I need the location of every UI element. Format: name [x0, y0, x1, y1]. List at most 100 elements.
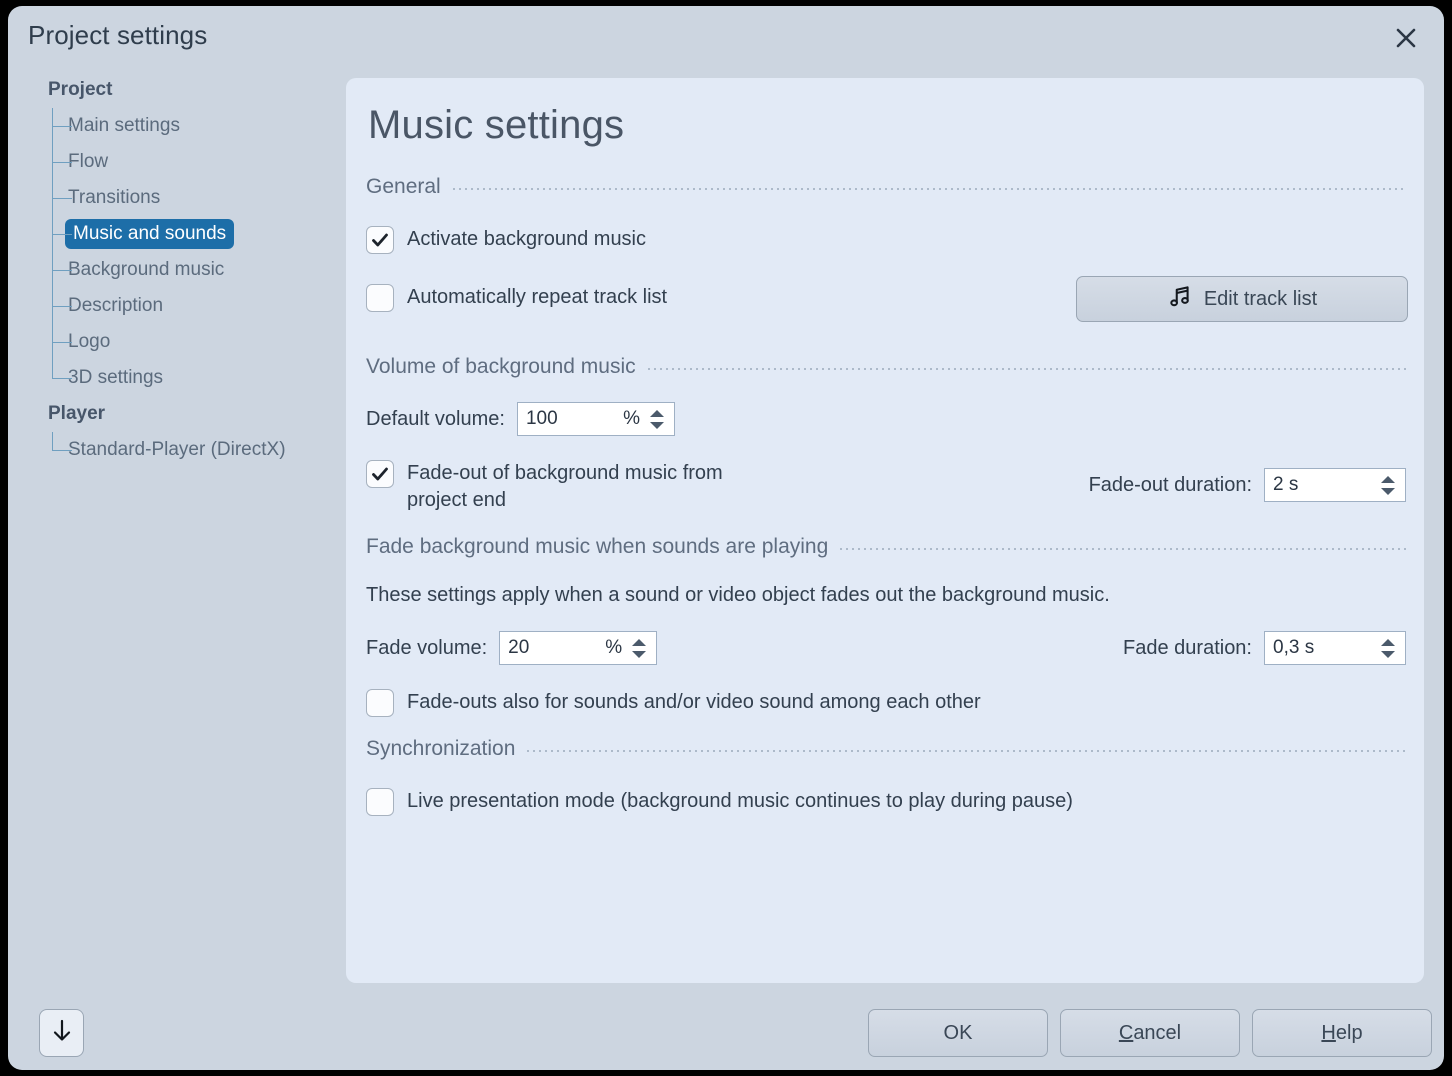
settings-sidebar: Project Main settings Flow Transitions M… — [8, 72, 338, 982]
sidebar-item-label: 3D settings — [68, 363, 163, 393]
music-settings-panel: Music settings General Activate backgrou… — [346, 78, 1424, 983]
fade-volume-stepper[interactable] — [628, 632, 656, 664]
chevron-down-icon[interactable] — [1381, 488, 1395, 495]
sidebar-item-label: Logo — [68, 327, 110, 357]
sidebar-item-logo[interactable]: Logo — [8, 324, 338, 360]
chevron-up-icon[interactable] — [632, 639, 646, 646]
close-icon[interactable] — [1386, 18, 1426, 58]
dialog-titlebar: Project settings — [8, 6, 1444, 68]
tree-arm — [52, 126, 72, 127]
fade-out-duration-value[interactable]: 2 s — [1265, 469, 1298, 501]
fade-duration-value[interactable]: 0,3 s — [1265, 632, 1314, 664]
sidebar-item-label: Flow — [68, 147, 108, 177]
section-synchronization: Synchronization Live presentation mode (… — [366, 736, 1406, 816]
section-fade-when-sounds: Fade background music when sounds are pl… — [366, 534, 1406, 717]
project-settings-dialog: Project settings Project Main settings F… — [8, 6, 1444, 1070]
help-button-label: Help — [1321, 1022, 1362, 1045]
live-presentation-mode-checkbox[interactable] — [366, 788, 394, 816]
fade-out-project-end-label: Fade-out of background music from projec… — [407, 460, 723, 514]
cancel-accel-char: C — [1119, 1022, 1133, 1044]
default-volume-value[interactable]: 100 — [518, 403, 558, 435]
tree-arm — [52, 450, 72, 451]
repeat-track-list-checkbox[interactable] — [366, 284, 394, 312]
fade-when-sounds-description: These settings apply when a sound or vid… — [366, 582, 1406, 609]
help-button[interactable]: Help — [1252, 1009, 1432, 1057]
fade-out-duration-group: Fade-out duration: 2 s — [1089, 460, 1406, 502]
sidebar-item-label: Description — [68, 291, 163, 321]
ok-button[interactable]: OK — [868, 1009, 1048, 1057]
section-header-volume: Volume of background music — [366, 354, 1406, 380]
fade-out-duration-stepper[interactable] — [1377, 469, 1405, 501]
sidebar-item-description[interactable]: Description — [8, 288, 338, 324]
sidebar-item-label: Transitions — [68, 183, 160, 213]
repeat-track-list-label: Automatically repeat track list — [407, 284, 667, 311]
fade-out-project-end-checkbox[interactable] — [366, 460, 394, 488]
section-title: General — [366, 175, 441, 199]
cancel-button[interactable]: Cancel — [1060, 1009, 1240, 1057]
edit-track-list-label: Edit track list — [1204, 288, 1317, 311]
sidebar-item-music-and-sounds[interactable]: Music and sounds — [8, 216, 338, 252]
section-title: Synchronization — [366, 737, 515, 761]
chevron-down-icon[interactable] — [1381, 651, 1395, 658]
expand-dialog-button[interactable] — [39, 1009, 84, 1057]
section-volume: Volume of background music Default volum… — [366, 354, 1406, 514]
cancel-button-label: Cancel — [1119, 1022, 1181, 1045]
tree-stem — [52, 432, 53, 450]
activate-background-music-checkbox[interactable] — [366, 226, 394, 254]
fade-outs-among-each-other-checkbox[interactable] — [366, 689, 394, 717]
sidebar-group-player: Player — [8, 396, 338, 432]
activate-background-music-row[interactable]: Activate background music — [366, 226, 1406, 254]
sidebar-item-label: Music and sounds — [65, 219, 234, 249]
chevron-up-icon[interactable] — [650, 410, 664, 417]
fade-duration-spinner[interactable]: 0,3 s — [1264, 631, 1406, 665]
section-title: Volume of background music — [366, 355, 636, 379]
fade-outs-among-each-other-label: Fade-outs also for sounds and/or video s… — [407, 689, 981, 716]
help-accel-char: H — [1321, 1022, 1335, 1044]
sidebar-item-label: Background music — [68, 255, 224, 285]
fade-volume-spinner[interactable]: 20 % — [499, 631, 657, 665]
chevron-up-icon[interactable] — [1381, 476, 1395, 483]
tree-arm — [52, 378, 72, 379]
fade-out-duration-spinner[interactable]: 2 s — [1264, 468, 1406, 502]
default-volume-row: Default volume: 100 % — [366, 402, 1406, 436]
section-rule — [525, 750, 1406, 752]
arrow-down-icon — [50, 1018, 74, 1049]
default-volume-label: Default volume: — [366, 408, 505, 431]
section-header-synchronization: Synchronization — [366, 736, 1406, 762]
live-presentation-mode-row[interactable]: Live presentation mode (background music… — [366, 788, 1406, 816]
live-presentation-mode-label: Live presentation mode (background music… — [407, 788, 1073, 815]
sidebar-group-project: Project — [8, 72, 338, 108]
sidebar-item-flow[interactable]: Flow — [8, 144, 338, 180]
sidebar-item-standard-player[interactable]: Standard-Player (DirectX) — [8, 432, 338, 468]
ok-button-label: OK — [944, 1022, 973, 1045]
tree-arm — [52, 162, 72, 163]
fade-values-row: Fade volume: 20 % Fade duration: 0,3 s — [366, 631, 1406, 665]
tree-arm — [52, 198, 72, 199]
fade-out-project-end-label-line1: Fade-out of background music from — [407, 462, 723, 484]
fade-volume-value[interactable]: 20 — [500, 632, 529, 664]
default-volume-spinner[interactable]: 100 % — [517, 402, 675, 436]
tree-arm — [52, 306, 72, 307]
music-note-icon — [1167, 283, 1193, 315]
chevron-up-icon[interactable] — [1381, 639, 1395, 646]
sidebar-item-main-settings[interactable]: Main settings — [8, 108, 338, 144]
default-volume-stepper[interactable] — [646, 403, 674, 435]
section-header-fade-when-sounds: Fade background music when sounds are pl… — [366, 534, 1406, 560]
chevron-down-icon[interactable] — [632, 651, 646, 658]
sidebar-item-transitions[interactable]: Transitions — [8, 180, 338, 216]
fade-out-project-end-label-line2: project end — [407, 489, 506, 511]
chevron-down-icon[interactable] — [650, 422, 664, 429]
fade-duration-stepper[interactable] — [1377, 632, 1405, 664]
sidebar-item-background-music[interactable]: Background music — [8, 252, 338, 288]
sidebar-item-3d-settings[interactable]: 3D settings — [8, 360, 338, 396]
fade-out-duration-label: Fade-out duration: — [1089, 474, 1252, 497]
dialog-title: Project settings — [28, 20, 207, 51]
tree-arm — [52, 342, 72, 343]
tree-arm — [52, 270, 72, 271]
fade-outs-among-each-other-row[interactable]: Fade-outs also for sounds and/or video s… — [366, 689, 1406, 717]
edit-track-list-button[interactable]: Edit track list — [1076, 276, 1408, 322]
section-title: Fade background music when sounds are pl… — [366, 535, 828, 559]
fade-out-project-end-group[interactable]: Fade-out of background music from projec… — [366, 460, 723, 514]
fade-out-project-end-row: Fade-out of background music from projec… — [366, 460, 1406, 514]
section-rule — [838, 548, 1406, 550]
